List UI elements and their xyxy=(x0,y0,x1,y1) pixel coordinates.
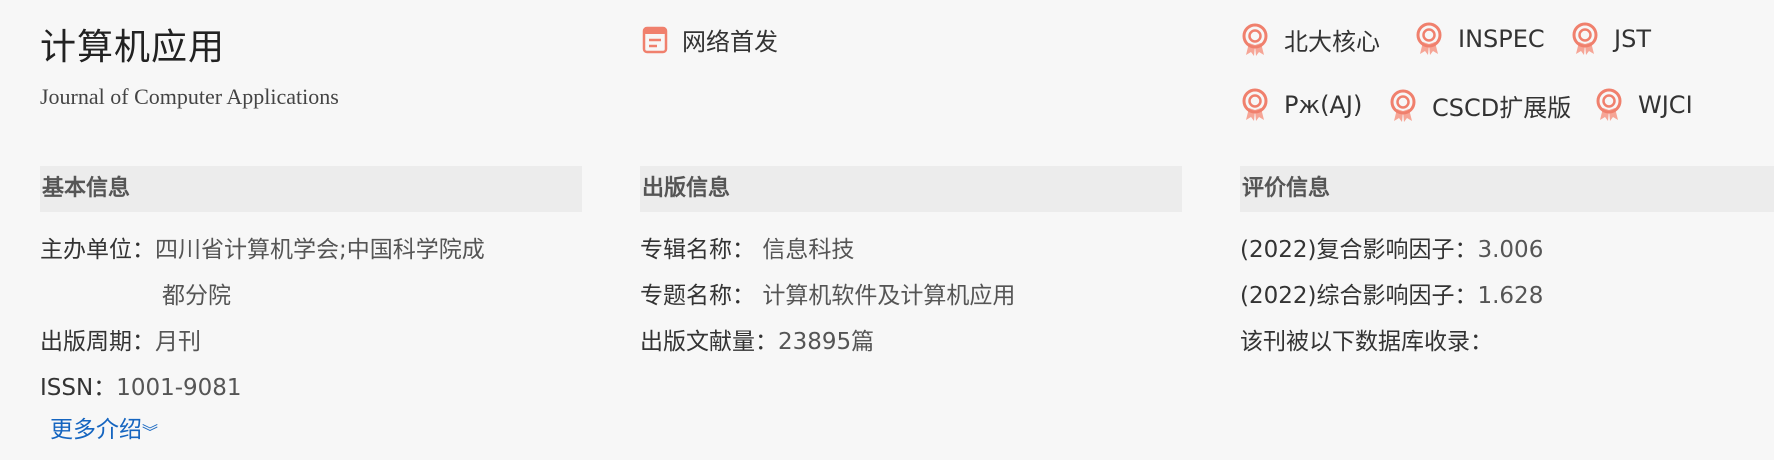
sponsor-value-line1: 四川省计算机学会;中国科学院成 xyxy=(155,237,485,263)
online-first-label: 网络首发 xyxy=(682,28,778,56)
sponsor-row-cont: 都分院 xyxy=(162,276,231,310)
eval-info-heading: 评价信息 xyxy=(1240,166,1774,212)
composite-if-label: (2022)复合影响因子： xyxy=(1240,237,1478,263)
issn-label: ISSN： xyxy=(40,375,117,401)
comprehensive-if-row: (2022)综合影响因子：1.628 xyxy=(1240,276,1543,310)
issn-value: 1001-9081 xyxy=(116,375,242,401)
award-ribbon-icon xyxy=(1242,88,1268,121)
count-value: 23895篇 xyxy=(778,329,875,355)
more-intro-label: 更多介绍 xyxy=(50,417,142,443)
badge-cscd: CSCD扩展版 xyxy=(1388,88,1571,123)
double-chevron-down-icon: ︾ xyxy=(142,422,159,442)
document-icon xyxy=(642,26,668,53)
composite-if-row: (2022)复合影响因子：3.006 xyxy=(1240,230,1543,264)
indexed-row: 该刊被以下数据库收录： xyxy=(1240,322,1493,356)
count-label: 出版文献量： xyxy=(640,329,778,355)
comprehensive-if-value: 1.628 xyxy=(1477,283,1544,309)
comprehensive-if-label: (2022)综合影响因子： xyxy=(1240,283,1478,309)
topic-label: 专题名称： xyxy=(640,283,755,309)
topic-value: 计算机软件及计算机应用 xyxy=(762,283,1016,309)
composite-if-value: 3.006 xyxy=(1477,237,1544,263)
award-ribbon-icon xyxy=(1390,89,1416,122)
award-ribbon-icon xyxy=(1416,22,1442,55)
badge-wjci: WJCI xyxy=(1594,88,1693,122)
count-row: 出版文献量：23895篇 xyxy=(640,322,874,356)
album-label: 专辑名称： xyxy=(640,237,755,263)
badge-label: JST xyxy=(1614,25,1651,53)
journal-title-cn: 计算机应用 xyxy=(40,27,226,68)
online-first-tag[interactable]: 网络首发 xyxy=(642,22,778,57)
period-row: 出版周期：月刊 xyxy=(40,322,201,356)
badge-label: CSCD扩展版 xyxy=(1432,94,1572,122)
period-value: 月刊 xyxy=(155,329,201,355)
badge-label: Рж(AJ) xyxy=(1284,91,1363,119)
issn-row: ISSN：1001-9081 xyxy=(40,368,242,402)
badge-label: INSPEC xyxy=(1458,25,1545,53)
award-ribbon-icon xyxy=(1242,23,1268,56)
period-label: 出版周期： xyxy=(40,329,155,355)
badge-label: 北大核心 xyxy=(1284,28,1380,56)
award-ribbon-icon xyxy=(1572,22,1598,55)
topic-row: 专题名称： 计算机软件及计算机应用 xyxy=(640,276,1015,310)
badge-pku-core: 北大核心 xyxy=(1240,22,1380,57)
badge-jst: JST xyxy=(1570,22,1651,56)
indexed-label: 该刊被以下数据库收录： xyxy=(1240,329,1493,355)
sponsor-value-line2: 都分院 xyxy=(162,283,231,309)
badge-rzh: Рж(AJ) xyxy=(1240,88,1362,122)
sponsor-label: 主办单位： xyxy=(40,237,155,263)
album-row: 专辑名称： 信息科技 xyxy=(640,230,854,264)
badge-label: WJCI xyxy=(1638,91,1693,119)
badge-inspec: INSPEC xyxy=(1414,22,1545,56)
more-intro-link[interactable]: 更多介绍︾ xyxy=(50,410,158,444)
basic-info-heading: 基本信息 xyxy=(40,166,582,212)
sponsor-row: 主办单位：四川省计算机学会;中国科学院成 xyxy=(40,230,485,264)
journal-title-en: Journal of Computer Applications xyxy=(40,84,339,109)
publish-info-heading: 出版信息 xyxy=(640,166,1182,212)
album-value: 信息科技 xyxy=(762,237,855,263)
award-ribbon-icon xyxy=(1596,88,1622,121)
